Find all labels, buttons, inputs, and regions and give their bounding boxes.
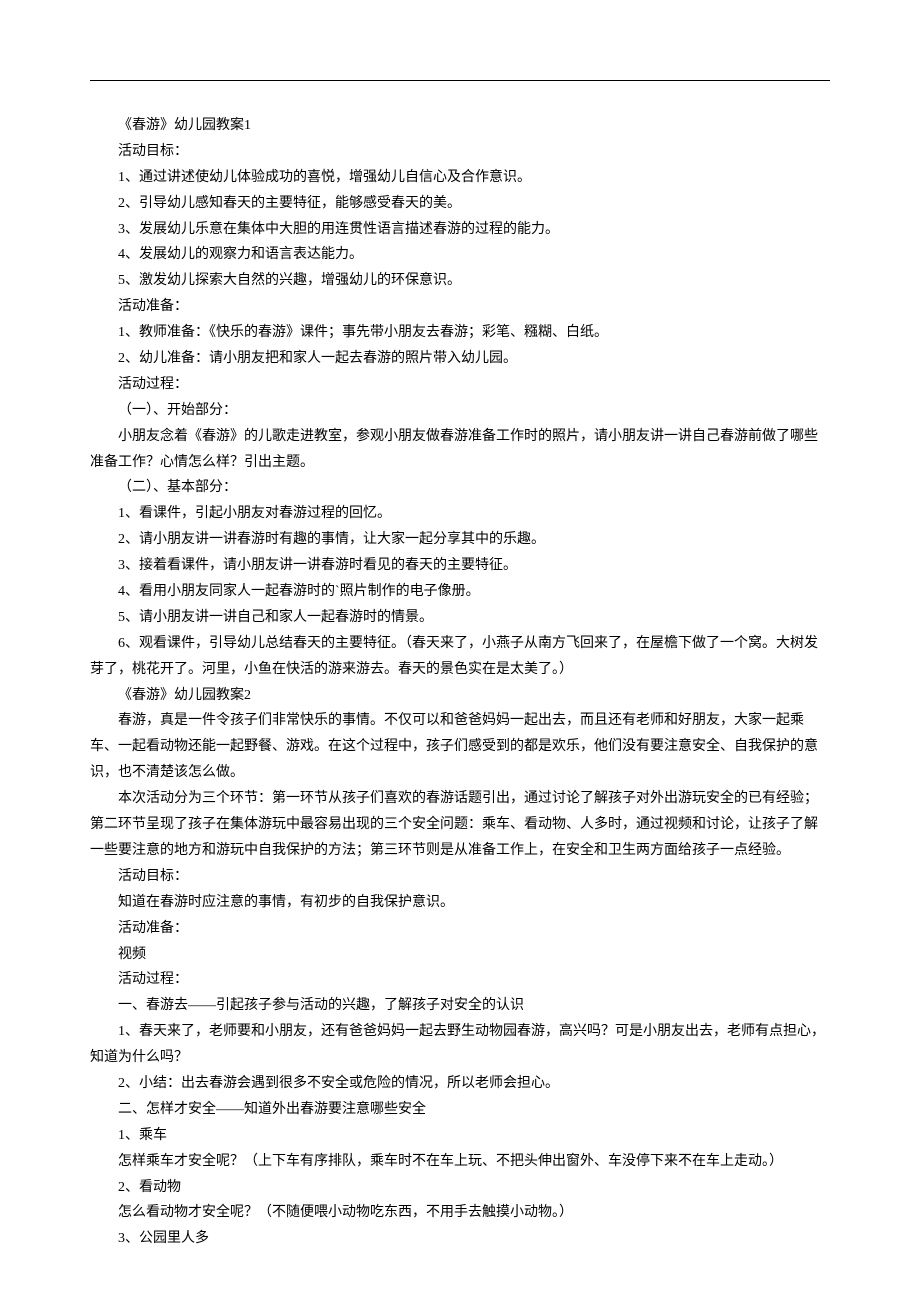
paragraph: 2、看动物 [90, 1175, 830, 1201]
paragraph: 活动目标： [90, 139, 830, 165]
paragraph: 3、接着看课件，请小朋友讲一讲春游时看见的春天的主要特征。 [90, 553, 830, 579]
paragraph: 6、观看课件，引导幼儿总结春天的主要特征。（春天来了，小燕子从南方飞回来了，在屋… [90, 631, 830, 683]
paragraph: 3、公园里人多 [90, 1226, 830, 1252]
paragraph: 《春游》幼儿园教案1 [90, 113, 830, 139]
paragraph: 2、引导幼儿感知春天的主要特征，能够感受春天的美。 [90, 191, 830, 217]
paragraph: 4、看用小朋友同家人一起春游时的`照片制作的电子像册。 [90, 579, 830, 605]
paragraph: 1、乘车 [90, 1123, 830, 1149]
paragraph: 春游，真是一件令孩子们非常快乐的事情。不仅可以和爸爸妈妈一起出去，而且还有老师和… [90, 708, 830, 786]
paragraph: 本次活动分为三个环节：第一环节从孩子们喜欢的春游话题引出，通过讨论了解孩子对外出… [90, 786, 830, 864]
document-body: 《春游》幼儿园教案1活动目标：1、通过讲述使幼儿体验成功的喜悦，增强幼儿自信心及… [90, 113, 830, 1252]
paragraph: 活动准备： [90, 294, 830, 320]
paragraph: 2、小结：出去春游会遇到很多不安全或危险的情况，所以老师会担心。 [90, 1071, 830, 1097]
paragraph: 二、怎样才安全——知道外出春游要注意哪些安全 [90, 1097, 830, 1123]
horizontal-rule [90, 80, 830, 81]
paragraph: 1、通过讲述使幼儿体验成功的喜悦，增强幼儿自信心及合作意识。 [90, 165, 830, 191]
paragraph: 活动目标： [90, 864, 830, 890]
paragraph: 1、春天来了，老师要和小朋友，还有爸爸妈妈一起去野生动物园春游，高兴吗？可是小朋… [90, 1019, 830, 1071]
paragraph: 5、请小朋友讲一讲自己和家人一起春游时的情景。 [90, 605, 830, 631]
paragraph: 2、请小朋友讲一讲春游时有趣的事情，让大家一起分享其中的乐趣。 [90, 527, 830, 553]
paragraph: 知道在春游时应注意的事情，有初步的自我保护意识。 [90, 890, 830, 916]
paragraph: 4、发展幼儿的观察力和语言表达能力。 [90, 242, 830, 268]
paragraph: 活动过程： [90, 967, 830, 993]
paragraph: 小朋友念着《春游》的儿歌走进教室，参观小朋友做春游准备工作时的照片，请小朋友讲一… [90, 424, 830, 476]
paragraph: （一）、开始部分： [90, 398, 830, 424]
paragraph: 怎样乘车才安全呢？（上下车有序排队，乘车时不在车上玩、不把头伸出窗外、车没停下来… [90, 1149, 830, 1175]
paragraph: 2、幼儿准备：请小朋友把和家人一起去春游的照片带入幼儿园。 [90, 346, 830, 372]
paragraph: 1、看课件，引起小朋友对春游过程的回忆。 [90, 501, 830, 527]
paragraph: 1、教师准备：《快乐的春游》课件；事先带小朋友去春游；彩笔、糨糊、白纸。 [90, 320, 830, 346]
paragraph: 一、春游去——引起孩子参与活动的兴趣，了解孩子对安全的认识 [90, 993, 830, 1019]
paragraph: 视频 [90, 942, 830, 968]
paragraph: （二）、基本部分： [90, 475, 830, 501]
paragraph: 5、激发幼儿探索大自然的兴趣，增强幼儿的环保意识。 [90, 268, 830, 294]
paragraph: 活动过程： [90, 372, 830, 398]
paragraph: 《春游》幼儿园教案2 [90, 683, 830, 709]
paragraph: 怎么看动物才安全呢？（不随便喂小动物吃东西，不用手去触摸小动物。） [90, 1200, 830, 1226]
paragraph: 3、发展幼儿乐意在集体中大胆的用连贯性语言描述春游的过程的能力。 [90, 217, 830, 243]
paragraph: 活动准备： [90, 916, 830, 942]
